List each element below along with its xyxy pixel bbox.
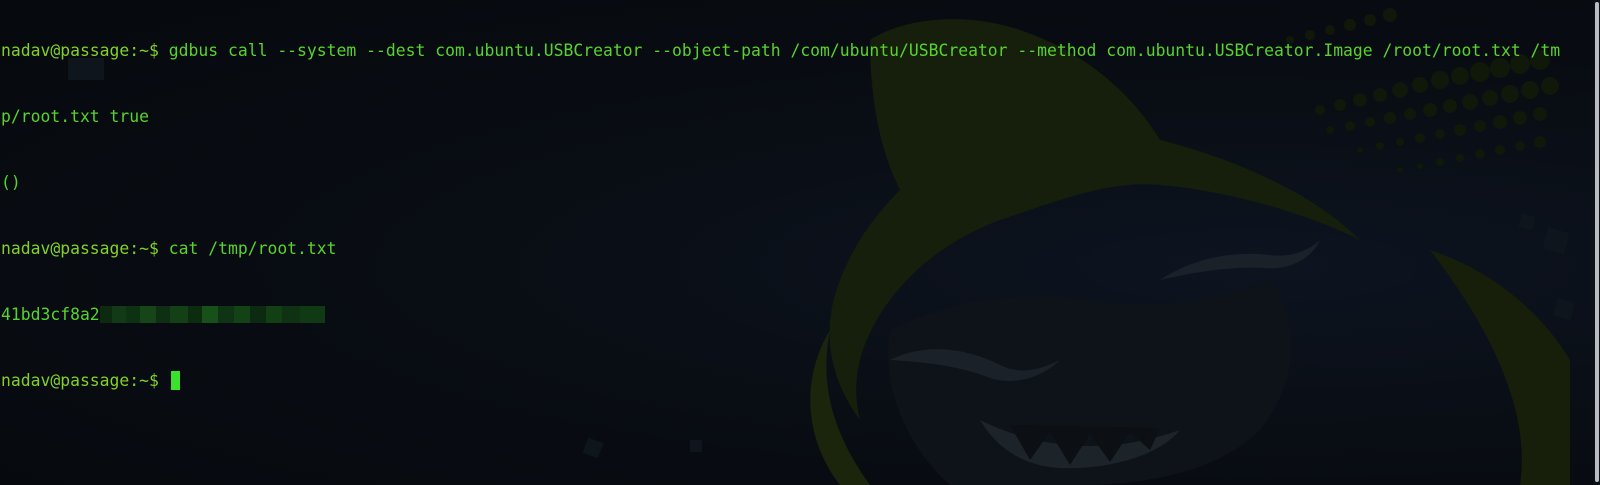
terminal-line: nadav@passage:~$ gdbus call --system --d…: [1, 40, 1561, 62]
flag-output: 41bd3cf8a2: [1, 305, 100, 324]
scrollbar-thumb[interactable]: [1595, 2, 1599, 482]
command-text: p/root.txt true: [1, 107, 150, 126]
terminal-line: (): [1, 172, 1561, 194]
text-cursor: [170, 371, 180, 390]
scrollbar[interactable]: [1594, 0, 1600, 485]
terminal-line: nadav@passage:~$ cat /tmp/root.txt: [1, 238, 1561, 260]
terminal-line: p/root.txt true: [1, 106, 1561, 128]
shell-prompt: nadav@passage:~$: [1, 371, 169, 390]
command-text: gdbus call --system --dest com.ubuntu.US…: [168, 41, 1561, 60]
command-text: cat /tmp/root.txt: [168, 239, 337, 258]
terminal-window[interactable]: nadav@passage:~$ gdbus call --system --d…: [0, 0, 1600, 485]
shell-prompt: nadav@passage:~$: [1, 239, 169, 258]
shell-prompt: nadav@passage:~$: [1, 41, 169, 60]
redacted-block: [99, 306, 325, 323]
command-output: (): [1, 173, 21, 192]
terminal-line: nadav@passage:~$: [1, 370, 1561, 392]
terminal-output[interactable]: nadav@passage:~$ gdbus call --system --d…: [1, 0, 1561, 436]
terminal-line: 41bd3cf8a2: [1, 304, 1561, 326]
